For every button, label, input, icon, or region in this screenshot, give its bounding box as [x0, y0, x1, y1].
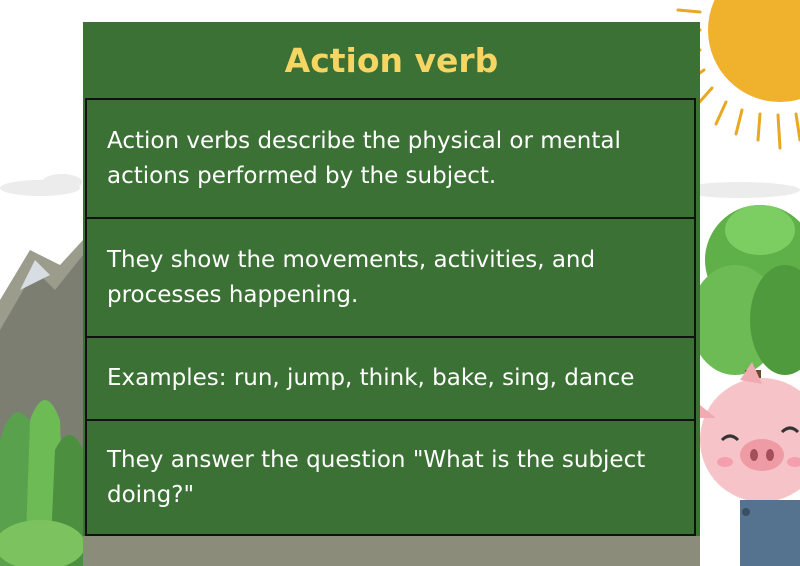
question-text: They answer the question "What is the su… — [107, 446, 646, 508]
ground-icon — [83, 536, 700, 566]
movements-text: They show the movements, activities, and… — [107, 246, 596, 308]
card-title: Action verb — [284, 40, 499, 80]
pig-icon — [690, 362, 800, 566]
action-verb-card: Action verb Action verbs describe the ph… — [83, 22, 700, 536]
examples-text: Examples: run, jump, think, bake, sing, … — [107, 365, 635, 391]
question-row: They answer the question "What is the su… — [85, 419, 696, 536]
cloud-left-icon — [0, 174, 82, 196]
examples-row: Examples: run, jump, think, bake, sing, … — [85, 336, 696, 421]
movements-row: They show the movements, activities, and… — [85, 217, 696, 338]
definition-row: Action verbs describe the physical or me… — [85, 98, 696, 219]
definition-text: Action verbs describe the physical or me… — [107, 127, 621, 189]
